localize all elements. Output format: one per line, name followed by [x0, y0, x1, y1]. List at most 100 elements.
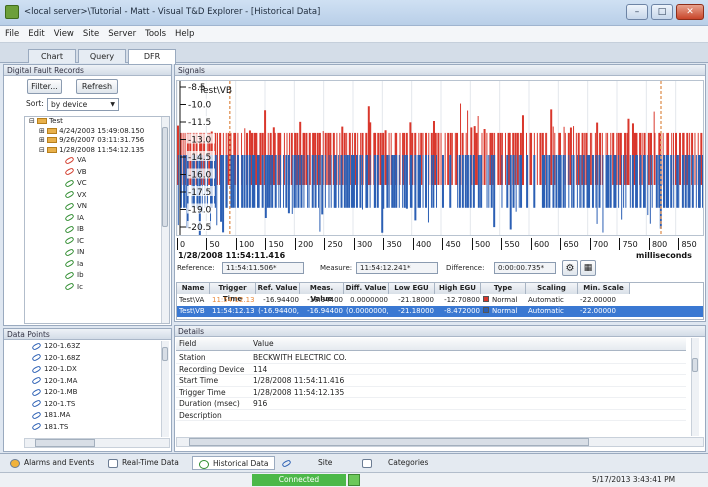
- points-scrollbar[interactable]: [161, 341, 169, 437]
- tree-channel-label: IB: [77, 225, 84, 233]
- app-icon: [5, 5, 19, 19]
- scroll-thumb[interactable]: [162, 347, 168, 361]
- menu-site[interactable]: Site: [78, 26, 103, 39]
- points-hscrollbar[interactable]: [24, 438, 170, 448]
- scroll-thumb[interactable]: [162, 127, 168, 227]
- tree-record[interactable]: ⊞ 4/24/2003 15:49:08.150: [25, 127, 169, 137]
- details-scrollbar[interactable]: [691, 338, 699, 436]
- tree-channel[interactable]: VC: [25, 178, 169, 190]
- tree-channel[interactable]: IA: [25, 213, 169, 225]
- tree-record[interactable]: ⊞ 9/26/2007 03:11:31.756: [25, 136, 169, 146]
- signal-plot[interactable]: -8.5 -10.0 -11.5 -13.0 -14.5 -16.0 -17.5 -19.0-…: [176, 80, 704, 236]
- dfr-tree[interactable]: ⊟ Test ⊞ 4/24/2003 15:49:08.150 ⊞ 9/26/20…: [24, 116, 170, 324]
- details-row: Duration (msec) 916: [176, 398, 686, 410]
- column-header[interactable]: Scaling: [526, 283, 578, 294]
- tree-channel[interactable]: Ic: [25, 282, 169, 294]
- tree-channel[interactable]: VA: [25, 155, 169, 167]
- tab-categories[interactable]: Categories: [362, 456, 428, 470]
- data-point-item[interactable]: 181.MA: [24, 410, 170, 422]
- column-header[interactable]: Ref. Value: [256, 283, 300, 294]
- dfr-tree-scrollbar[interactable]: [161, 117, 169, 323]
- data-point-label: 120-1.TS: [44, 399, 76, 408]
- chart-settings-icon[interactable]: ▦: [580, 260, 596, 276]
- filter-button[interactable]: Filter...: [27, 79, 62, 94]
- minimize-button[interactable]: –: [626, 4, 648, 20]
- data-point-item[interactable]: 120-1.MB: [24, 387, 170, 399]
- tree-record[interactable]: ⊟ 1/28/2008 11:54:12.135: [25, 146, 169, 156]
- tree-channel[interactable]: Ib: [25, 270, 169, 282]
- tree-root-label: Test: [49, 117, 63, 125]
- close-button[interactable]: ✕: [676, 4, 704, 20]
- y-tick-label: -20.5: [188, 223, 211, 233]
- tree-channel[interactable]: IB: [25, 224, 169, 236]
- tab-categories-label: Categories: [388, 458, 429, 467]
- column-header[interactable]: Trigger Time: [210, 283, 256, 303]
- menu-edit[interactable]: Edit: [23, 26, 48, 39]
- tab-dfr[interactable]: DFR: [128, 49, 176, 64]
- tree-channel[interactable]: Ia: [25, 259, 169, 271]
- signals-title: Signals: [175, 65, 705, 76]
- signal-row[interactable]: Test\VA 11:54:12.135* -16.94400 -16.94400 0.…: [177, 295, 703, 306]
- sort-combo[interactable]: by device ▼: [47, 98, 119, 111]
- details-value: 916: [253, 399, 268, 408]
- clock-icon: [199, 459, 209, 469]
- refresh-button[interactable]: Refresh: [76, 79, 118, 94]
- data-point-item[interactable]: 120-1.TS: [24, 399, 170, 411]
- column-header[interactable]: High EGU: [435, 283, 481, 294]
- tree-channel[interactable]: IC: [25, 236, 169, 248]
- x-tick-label: 50: [206, 238, 220, 250]
- signal-cell: Automatic: [528, 307, 564, 315]
- column-header[interactable]: Type: [481, 283, 526, 294]
- difference-field[interactable]: 0:00:00.735*: [494, 262, 556, 274]
- data-point-item[interactable]: 181.TS: [24, 422, 170, 434]
- data-point-icon: [31, 341, 42, 351]
- tab-alarms-events[interactable]: Alarms and Events: [10, 456, 94, 470]
- column-header[interactable]: Meas. Value: [300, 283, 344, 303]
- tab-query[interactable]: Query: [78, 49, 126, 63]
- menu-server[interactable]: Server: [103, 26, 140, 39]
- data-points-list[interactable]: 120-1.63Z 120-1.68Z 120-1.DX 120-1.MA 120-1.…: [24, 341, 170, 437]
- folder-icon: [47, 127, 58, 134]
- folder-icon: [47, 137, 58, 143]
- menu-tools[interactable]: Tools: [140, 26, 170, 39]
- signal-icon: [64, 155, 75, 165]
- tab-chart[interactable]: Chart: [28, 49, 76, 63]
- data-point-item[interactable]: 120-1.MA: [24, 376, 170, 388]
- maximize-button[interactable]: □: [651, 4, 673, 20]
- signals-table: Name Trigger Time Ref. Value Meas. Value Dif…: [176, 282, 704, 320]
- measure-field[interactable]: 11:54:12.241*: [356, 262, 438, 274]
- x-tick-label: 0: [177, 238, 185, 250]
- expand-icon[interactable]: ⊟: [39, 146, 47, 154]
- tree-channel[interactable]: IN: [25, 247, 169, 259]
- gear-icon[interactable]: ⚙: [562, 260, 578, 276]
- scroll-thumb[interactable]: [692, 358, 698, 372]
- column-header[interactable]: Name: [177, 283, 210, 294]
- column-header[interactable]: Low EGU: [389, 283, 435, 294]
- reference-field[interactable]: 11:54:11.506*: [222, 262, 304, 274]
- details-hscrollbar[interactable]: [176, 437, 704, 447]
- expand-icon[interactable]: ⊞: [39, 136, 47, 144]
- menu-file[interactable]: File: [0, 26, 23, 39]
- data-point-item[interactable]: 120-1.63Z: [24, 341, 170, 353]
- tab-site[interactable]: Site: [281, 456, 332, 470]
- signal-cell: 11:54:12.135*: [212, 296, 255, 304]
- menu-help[interactable]: Help: [170, 26, 198, 39]
- x-tick-label: 450: [442, 238, 461, 250]
- tree-channel-label: Ib: [77, 271, 84, 279]
- menu-view[interactable]: View: [49, 26, 78, 39]
- column-header[interactable]: Min. Scale: [578, 283, 630, 294]
- tab-real-time-data[interactable]: Real-Time Data: [108, 456, 179, 470]
- tree-channel[interactable]: VX: [25, 190, 169, 202]
- tab-historical-data[interactable]: Historical Data: [192, 456, 276, 470]
- data-point-item[interactable]: 120-1.DX: [24, 364, 170, 376]
- scroll-thumb[interactable]: [189, 438, 589, 446]
- data-point-item[interactable]: 120-1.68Z: [24, 353, 170, 365]
- tree-channel[interactable]: VN: [25, 201, 169, 213]
- tree-channel-label: VA: [77, 156, 87, 164]
- tree-channel[interactable]: VB: [25, 167, 169, 179]
- scroll-thumb[interactable]: [35, 439, 95, 447]
- tree-root[interactable]: ⊟ Test: [25, 117, 169, 127]
- expand-icon[interactable]: ⊞: [39, 127, 47, 135]
- signal-row[interactable]: Test\VB 11:54:12.135*(-16.94400, -16.94400…: [177, 306, 703, 317]
- column-header[interactable]: Diff. Value: [344, 283, 389, 294]
